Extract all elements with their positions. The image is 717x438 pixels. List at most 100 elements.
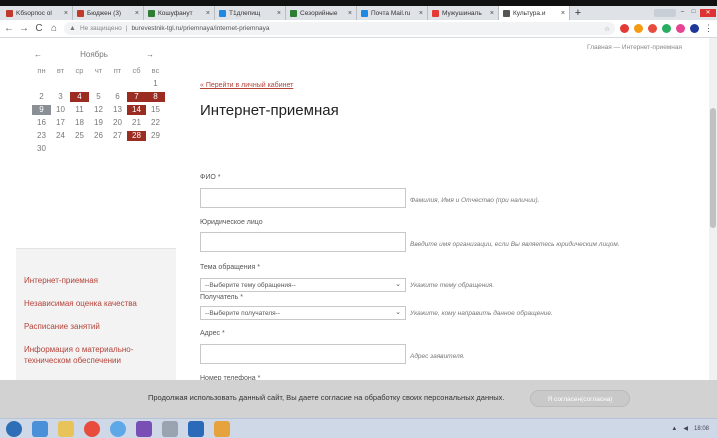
select-value: --Выберите получателя-- [205,310,281,317]
tab-close-icon[interactable]: × [64,10,68,17]
calendar-day[interactable]: 8 [146,92,165,102]
calendar-day[interactable]: 24 [51,131,70,141]
ie-icon[interactable] [32,420,48,437]
sidebar-link[interactable]: Независимая оценка качества [24,298,172,309]
app-icon[interactable] [188,420,204,437]
extension-icon[interactable] [690,24,699,33]
calendar-day[interactable]: 18 [70,118,89,128]
browser-tab[interactable]: Бюджен (3) × [73,6,144,20]
calendar-day[interactable]: 23 [32,131,51,141]
calendar-weekday: пт [113,66,122,75]
sidebar-link[interactable]: Информация о материально-техническом обе… [24,344,172,366]
close-window-button[interactable]: ✕ [700,9,716,17]
calendar-day[interactable]: 25 [70,131,89,141]
star-icon[interactable]: ☆ [604,25,610,33]
reload-icon[interactable]: C [34,23,44,34]
browser-tab[interactable]: Т1длепищ × [215,6,286,20]
extension-icon[interactable] [634,24,643,33]
volume-icon[interactable]: ◀ [683,425,688,432]
favicon-icon [503,9,510,17]
calendar-day[interactable]: 29 [146,131,165,141]
form-select[interactable]: --Выберите получателя-- ⌄ [200,306,406,320]
browser-tab[interactable]: Почта Mail.ru × [357,6,428,20]
menu-icon[interactable]: ⋮ [704,23,713,34]
chrome-icon[interactable] [84,420,100,437]
app-icon[interactable] [162,420,178,437]
calendar-day[interactable]: 9 [32,105,51,115]
cookie-text: Продолжая использовать данный сайт, Вы д… [148,393,505,402]
browser-tab[interactable]: Мужушиналь × [428,6,499,20]
browser-tab[interactable]: Культура.и × [499,6,570,20]
browser-tab[interactable]: Сезорийные × [286,6,357,20]
calendar-prev-icon[interactable]: ← [34,50,42,59]
tab-close-icon[interactable]: × [348,10,352,17]
cookie-accept-button[interactable]: Я согласен(согласна) [530,390,630,407]
calendar-day[interactable]: 7 [127,92,146,102]
calendar-day[interactable]: 14 [127,105,146,115]
calendar-day [89,144,108,154]
home-icon[interactable]: ⌂ [49,23,59,34]
calendar-day[interactable]: 3 [51,92,70,102]
calendar-day[interactable]: 22 [146,118,165,128]
personal-account-link[interactable]: « Перейти в личный кабинет [200,82,293,89]
sidebar-link[interactable]: Интернет-приемная [24,275,172,286]
tab-close-icon[interactable]: × [135,10,139,17]
calendar-day[interactable]: 6 [108,92,127,102]
app-icon[interactable] [214,420,230,437]
viber-icon[interactable] [136,420,152,437]
calendar-day[interactable]: 27 [108,131,127,141]
calendar-day[interactable]: 4 [70,92,89,102]
forward-icon[interactable]: → [19,23,29,34]
form-select[interactable]: --Выберите тему обращения-- ⌄ [200,278,406,292]
form-input[interactable] [200,232,406,252]
calendar-day[interactable]: 17 [51,118,70,128]
tab-close-icon[interactable]: × [206,10,210,17]
profile-button[interactable] [654,9,676,17]
favicon-icon [148,9,155,17]
calendar-day[interactable]: 21 [127,118,146,128]
calendar-day[interactable]: 5 [89,92,108,102]
clock[interactable]: 18:08 [694,426,709,432]
extension-icon[interactable] [676,24,685,33]
form-input[interactable] [200,188,406,208]
calendar-day[interactable]: 19 [89,118,108,128]
tab-close-icon[interactable]: × [419,10,423,17]
calendar-day[interactable]: 28 [127,131,146,141]
calendar-day[interactable]: 13 [108,105,127,115]
extension-icon[interactable] [620,24,629,33]
address-input[interactable]: ▲ Не защищено | burevestnik-tgl.ru/priem… [64,22,615,35]
calendar-day[interactable]: 1 [146,79,165,89]
extension-icon[interactable] [648,24,657,33]
back-icon[interactable]: ← [4,23,14,34]
calendar-day[interactable]: 2 [32,92,51,102]
calendar-day[interactable]: 26 [89,131,108,141]
calendar-day[interactable]: 16 [32,118,51,128]
scrollbar[interactable] [709,38,717,380]
breadcrumb[interactable]: Главная — Интернет-приемная [587,44,682,51]
tab-close-icon[interactable]: × [561,10,565,17]
tab-label: Почта Mail.ru [371,9,411,17]
new-tab-button[interactable]: + [570,6,586,20]
calendar-day[interactable]: 10 [51,105,70,115]
calendar-day[interactable]: 30 [32,144,51,154]
browser-tab[interactable]: Кошуфанут × [144,6,215,20]
tab-close-icon[interactable]: × [490,10,494,17]
form-input[interactable] [200,344,406,364]
calendar-day[interactable]: 11 [70,105,89,115]
start-icon[interactable] [6,420,22,437]
minimize-button[interactable]: – [678,9,687,17]
calendar-day[interactable]: 20 [108,118,127,128]
calendar-day[interactable]: 12 [89,105,108,115]
scrollbar-thumb[interactable] [710,108,716,228]
sidebar-link[interactable]: Расписание занятий [24,321,172,332]
tray-arrow-icon[interactable]: ▲ [671,426,677,432]
calendar-next-icon[interactable]: → [146,50,154,59]
browser-icon[interactable] [110,420,126,437]
maximize-button[interactable]: □ [689,9,698,17]
extension-icon[interactable] [662,24,671,33]
calendar-day[interactable]: 15 [146,105,165,115]
browser-tab[interactable]: Kбsорпос ol × [2,6,73,20]
tab-close-icon[interactable]: × [277,10,281,17]
field-hint: Укажите тему обращения. [410,282,495,289]
folder-icon[interactable] [58,420,74,437]
